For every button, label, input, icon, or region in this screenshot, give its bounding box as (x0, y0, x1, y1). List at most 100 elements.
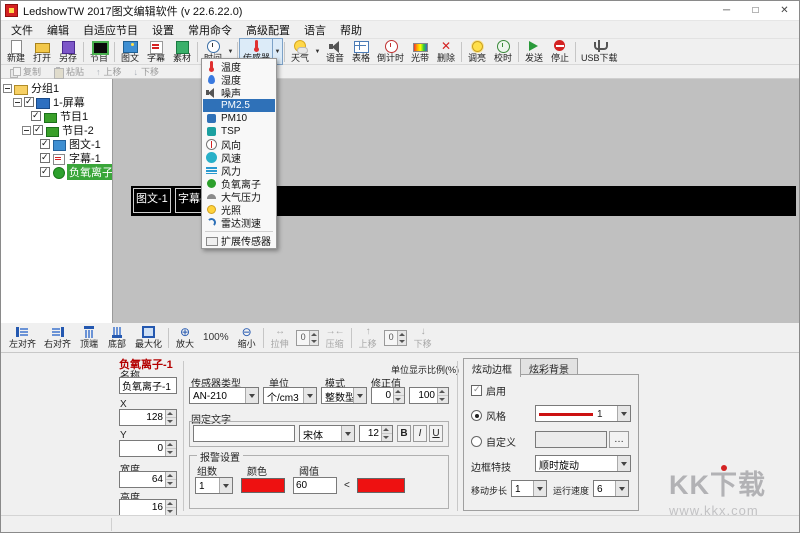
stretch-button[interactable]: ↔ 拉伸 (266, 324, 294, 352)
tab-border-effect[interactable]: 炫动边框 (463, 358, 521, 377)
expander-icon[interactable] (13, 98, 22, 107)
expander-icon[interactable] (22, 126, 31, 135)
spin-down-button[interactable] (166, 418, 176, 425)
underline-button[interactable]: U (429, 425, 443, 442)
step-combo[interactable]: 1 (511, 480, 547, 497)
font-combo[interactable]: 宋体 (299, 425, 355, 442)
sensor-type-combo[interactable]: AN-210 (189, 387, 259, 404)
minimize-icon[interactable]: ─ (712, 1, 741, 20)
spin-down-button[interactable] (394, 396, 404, 403)
voice-button[interactable]: 语音 (322, 39, 348, 64)
open-button[interactable]: 打开 (29, 39, 55, 64)
graphic-button[interactable]: 图文 (117, 39, 143, 64)
countdown-button[interactable]: 倒计时 (374, 39, 407, 64)
spin-up-button[interactable] (382, 426, 392, 434)
maximize-zone-button[interactable]: 最大化 (131, 324, 166, 352)
menu-edit[interactable]: 编辑 (40, 21, 76, 39)
combo-arrow-icon[interactable] (245, 388, 258, 403)
align-right-button[interactable]: 右对齐 (40, 324, 75, 352)
maximize-icon[interactable]: □ (741, 1, 770, 20)
graphic1-checkbox[interactable] (40, 139, 50, 149)
spin-down-button[interactable] (310, 338, 318, 345)
spin-up-button[interactable] (438, 388, 448, 396)
tree-item-ion1-selected[interactable]: 负氧离子-1 (67, 164, 113, 180)
timing-button[interactable]: 校时 (490, 39, 516, 64)
menu-settings[interactable]: 设置 (145, 21, 181, 39)
move-up-button[interactable]: ↑ 上移 (90, 65, 128, 78)
menu-help[interactable]: 帮助 (333, 21, 369, 39)
spin-up-button[interactable] (394, 388, 404, 396)
sensor-menu-item-noise[interactable]: 噪声 (203, 86, 275, 99)
program1-checkbox[interactable] (31, 111, 41, 121)
zoom-in-button[interactable]: ⊕ 放大 (171, 324, 199, 352)
bold-button[interactable]: B (397, 425, 411, 442)
spin-up-button[interactable] (310, 331, 318, 338)
align-left-button[interactable]: 左对齐 (5, 324, 40, 352)
spin-down-button[interactable] (438, 396, 448, 403)
mode-combo[interactable]: 整数型 (321, 387, 367, 404)
unit-combo[interactable]: 个/cm3 (263, 387, 317, 404)
save-as-button[interactable]: 另存 (55, 39, 81, 64)
sensor-menu-item-pm10[interactable]: PM10 (203, 112, 275, 125)
spin-down-button[interactable] (398, 338, 406, 345)
x-spinner[interactable]: 128 (119, 409, 177, 426)
ion1-checkbox[interactable] (40, 167, 50, 177)
spin-down-button[interactable] (166, 508, 176, 515)
copy-button[interactable]: 复制 (4, 65, 47, 78)
close-icon[interactable]: ✕ (770, 1, 799, 20)
sensor-menu-item-extended[interactable]: 扩展传感器 (203, 234, 275, 247)
move-down-button[interactable]: ↓ 下移 (128, 65, 166, 78)
menu-common-commands[interactable]: 常用命令 (181, 21, 239, 39)
program2-checkbox[interactable] (33, 125, 43, 135)
zoom-out-button[interactable]: ⊖ 缩小 (233, 324, 261, 352)
custom-radio[interactable] (471, 436, 482, 447)
alarm-color-swatch-2[interactable] (357, 478, 405, 493)
style-combo[interactable]: 1 (535, 405, 631, 422)
paste-button[interactable]: 粘贴 (47, 65, 90, 78)
program-button[interactable]: 节目 (86, 39, 112, 64)
spin-down-button[interactable] (382, 434, 392, 441)
spin-up-button[interactable] (166, 441, 176, 449)
caption-button[interactable]: 字幕 (143, 39, 169, 64)
compress-button[interactable]: →← 压缩 (321, 324, 349, 352)
align-top-button[interactable]: 顶端 (75, 324, 103, 352)
zone-move-up-button[interactable]: ↑ 上移 (354, 324, 382, 352)
brightness-button[interactable]: 调亮 (464, 39, 490, 64)
move-value-spinner[interactable]: 0 (384, 330, 407, 346)
light-band-button[interactable]: 光带 (407, 39, 433, 64)
screen-checkbox[interactable] (24, 97, 34, 107)
browse-button[interactable]: … (609, 431, 629, 448)
font-size-spinner[interactable]: 12 (359, 425, 393, 442)
weather-dropdown-arrow-icon[interactable]: ▼ (313, 39, 322, 64)
combo-arrow-icon[interactable] (615, 481, 628, 496)
new-button[interactable]: 新建 (3, 39, 29, 64)
border-effect-combo[interactable]: 顺时旋动 (535, 455, 631, 472)
threshold-input[interactable] (293, 477, 337, 494)
menu-language[interactable]: 语言 (297, 21, 333, 39)
expander-icon[interactable] (3, 84, 12, 93)
menu-adaptive-program[interactable]: 自适应节目 (76, 21, 145, 39)
stretch-value-spinner[interactable]: 0 (296, 330, 319, 346)
combo-arrow-icon[interactable] (303, 388, 316, 403)
canvas-zone-graphic[interactable]: 图文-1 (133, 188, 171, 213)
zone-move-down-button[interactable]: ↓ 下移 (409, 324, 437, 352)
menu-advanced-config[interactable]: 高级配置 (239, 21, 297, 39)
spin-down-button[interactable] (166, 449, 176, 456)
combo-arrow-icon[interactable] (617, 406, 630, 421)
spin-up-button[interactable] (166, 410, 176, 418)
combo-arrow-icon[interactable] (353, 388, 366, 403)
send-button[interactable]: 发送 (521, 39, 547, 64)
combo-arrow-icon[interactable] (617, 456, 630, 471)
group-count-combo[interactable]: 1 (195, 477, 233, 494)
caption1-checkbox[interactable] (40, 153, 50, 163)
combo-arrow-icon[interactable] (341, 426, 354, 441)
correction-spinner[interactable]: 0 (371, 387, 405, 404)
table-button[interactable]: 表格 (348, 39, 374, 64)
fixed-text-input[interactable] (193, 425, 295, 442)
material-button[interactable]: 素材 (169, 39, 195, 64)
spin-up-button[interactable] (166, 500, 176, 508)
combo-arrow-icon[interactable] (533, 481, 546, 496)
spin-down-button[interactable] (166, 480, 176, 487)
italic-button[interactable]: I (413, 425, 427, 442)
scale-spinner[interactable]: 100 (409, 387, 449, 404)
